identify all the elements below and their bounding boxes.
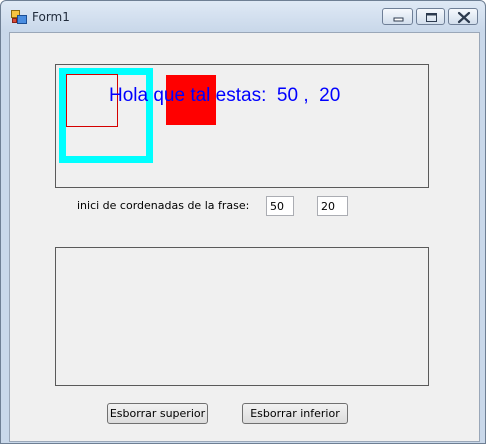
title-bar[interactable]: Form1 — [1, 1, 485, 33]
window-title: Form1 — [32, 10, 70, 24]
maximize-icon — [426, 13, 437, 22]
bottom-drawing-panel[interactable] — [55, 247, 429, 386]
clear-bottom-button[interactable]: Esborrar inferior — [242, 403, 348, 424]
minimize-icon — [393, 17, 404, 22]
maximize-button[interactable] — [416, 8, 445, 25]
coordinates-label: inici de cordenadas de la frase: — [77, 199, 250, 212]
close-icon — [457, 11, 471, 24]
top-drawing-panel[interactable]: Hola que tal estas: 50 , 20 — [55, 64, 429, 188]
x-coordinate-input[interactable] — [266, 196, 294, 216]
y-coordinate-input[interactable] — [317, 196, 348, 216]
clear-top-button[interactable]: Esborrar superior — [107, 403, 208, 424]
form-client-area: Hola que tal estas: 50 , 20 inici de cor… — [9, 32, 480, 442]
minimize-button[interactable] — [382, 8, 413, 25]
form-app-icon[interactable] — [11, 10, 27, 24]
close-button[interactable] — [448, 8, 478, 25]
form1-window: Form1 Hola que tal estas: 50 , 20 inici — [0, 0, 486, 444]
greeting-phrase: Hola que tal estas: 50 , 20 — [109, 85, 341, 106]
